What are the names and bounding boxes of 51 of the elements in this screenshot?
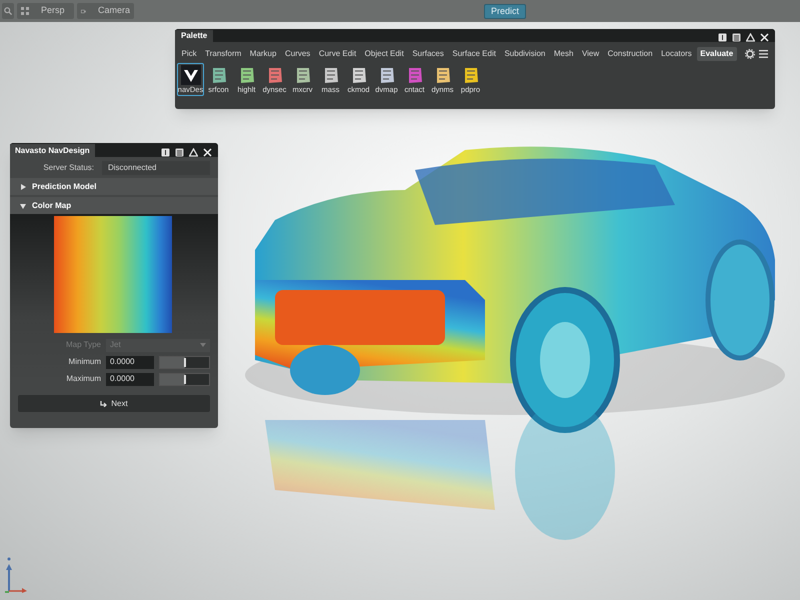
caret-down-icon — [200, 343, 206, 347]
close-icon — [760, 33, 769, 42]
view-button[interactable]: Persp — [17, 3, 74, 19]
collapse-icon — [189, 148, 198, 157]
menu-tab[interactable]: Evaluate — [696, 46, 737, 60]
return-arrow-icon — [100, 400, 108, 406]
slider-fill[interactable] — [160, 356, 184, 368]
menu-tab[interactable]: Transform — [202, 46, 245, 60]
grid-icon — [21, 7, 29, 15]
caret-down-icon — [20, 202, 26, 208]
search-button[interactable] — [2, 3, 14, 19]
close-icon — [203, 148, 212, 157]
slider-fill[interactable] — [160, 374, 184, 384]
window-title: Navasto NavDesign — [10, 144, 95, 157]
menu-tab[interactable]: Pick — [178, 46, 200, 60]
next-button[interactable]: Next — [18, 395, 210, 412]
value-field[interactable]: 0.0000 — [106, 356, 154, 368]
window-title: Palette — [175, 30, 214, 42]
menu-icon — [759, 50, 768, 58]
menu-tab[interactable]: Locators — [658, 46, 696, 60]
menu-tab[interactable]: Object Edit — [361, 46, 408, 60]
menu-tab[interactable]: Surface Edit — [448, 46, 500, 60]
menu-tab[interactable]: Surfaces — [408, 46, 448, 60]
collapse-icon — [746, 33, 755, 42]
map-type-label: Map Type — [65, 339, 101, 351]
value-field[interactable]: 0.0000 — [106, 372, 154, 386]
menu-tab[interactable]: Curves — [281, 46, 314, 60]
menu-tab[interactable]: View — [578, 46, 603, 60]
pin-icon — [161, 148, 170, 157]
list-icon — [732, 33, 741, 42]
menu-tab[interactable]: Markup — [246, 46, 280, 60]
menu-tab[interactable]: Construction — [604, 46, 656, 60]
predict-button[interactable]: Predict — [484, 4, 526, 18]
section-header[interactable]: Prediction Model — [10, 178, 218, 195]
menu-tab[interactable]: Mesh — [550, 46, 577, 60]
range-label: Minimum — [68, 356, 101, 368]
tool-icon — [180, 65, 200, 85]
server-status-label: Server Status: — [42, 162, 94, 174]
search-icon — [4, 7, 12, 15]
menu-tab[interactable]: Curve Edit — [315, 46, 360, 60]
settings-icon — [745, 48, 755, 58]
camera-icon — [81, 8, 86, 14]
view-button[interactable]: Camera — [77, 3, 134, 19]
caret-right-icon — [20, 184, 26, 190]
list-icon — [175, 148, 184, 157]
axis-gizmo-icon — [3, 555, 29, 595]
range-label: Maximum — [65, 373, 101, 385]
pin-icon — [718, 33, 727, 42]
menu-tab[interactable]: Subdivision — [500, 46, 549, 60]
server-status-value: Disconnected — [102, 160, 210, 174]
section-header[interactable]: Color Map — [10, 197, 218, 214]
